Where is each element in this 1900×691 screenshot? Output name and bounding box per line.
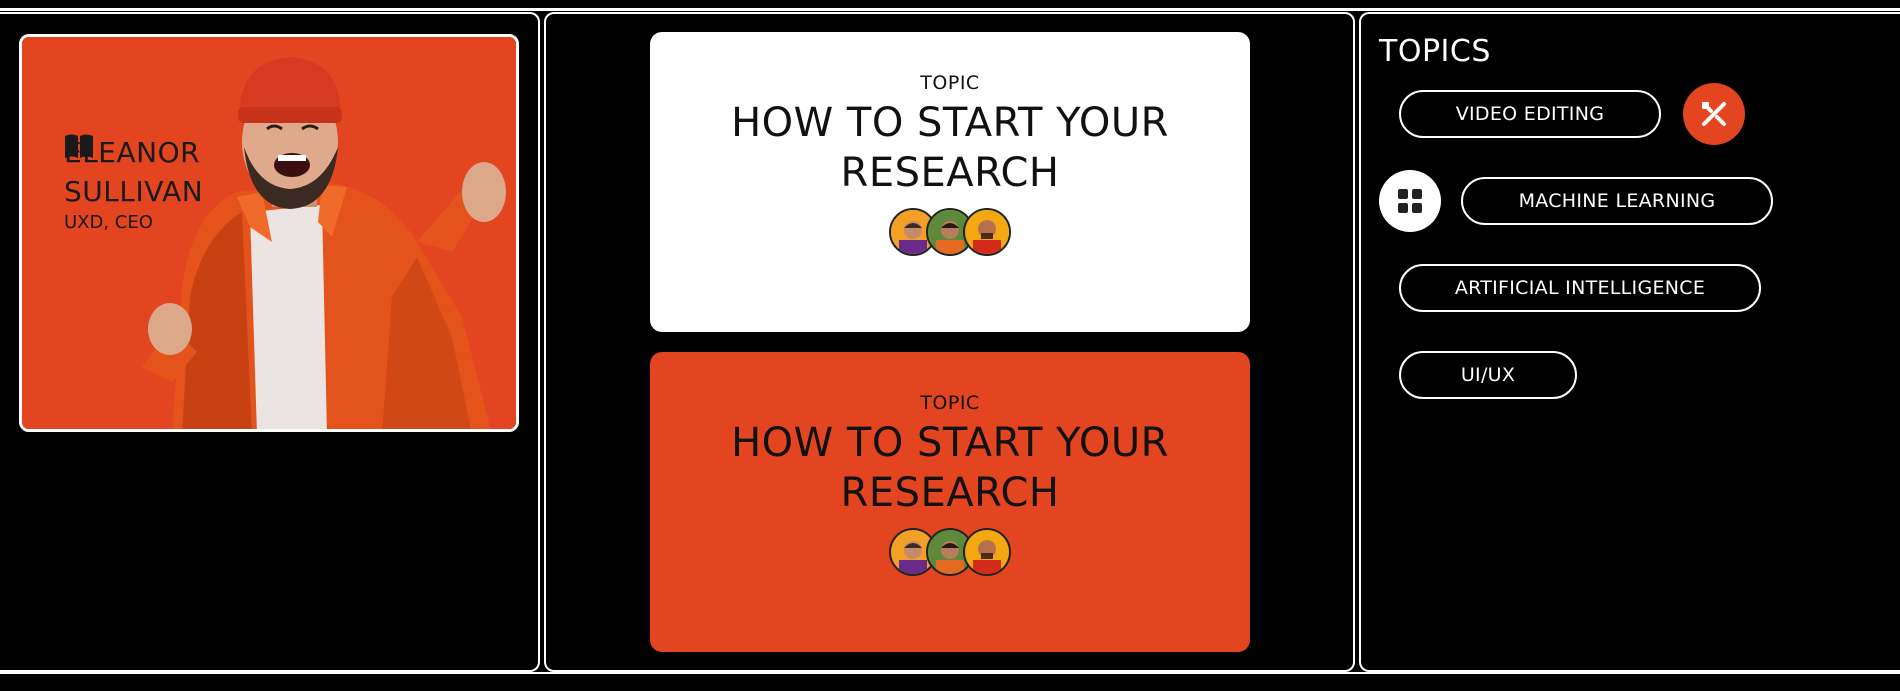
avatar-group xyxy=(889,208,1011,256)
topic-pill-ui-ux[interactable]: UI/UX xyxy=(1399,351,1577,399)
top-divider xyxy=(0,8,1900,11)
topic-title: HOW TO START YOUR RESEARCH xyxy=(731,420,1169,516)
topic-pill-machine-learning[interactable]: MACHINE LEARNING xyxy=(1461,177,1773,225)
avatar xyxy=(963,208,1011,256)
topic-label: TOPIC xyxy=(920,392,980,414)
profile-last-name: SULLIVAN xyxy=(64,175,204,208)
grid-button[interactable] xyxy=(1379,170,1441,232)
design-tools-button[interactable] xyxy=(1683,83,1745,145)
topic-title: HOW TO START YOUR RESEARCH xyxy=(731,100,1169,196)
topics-heading: TOPICS xyxy=(1379,34,1491,69)
topic-card[interactable]: TOPIC HOW TO START YOUR RESEARCH xyxy=(650,352,1250,652)
topic-cards-panel: TOPIC HOW TO START YOUR RESEARCH TOPIC H… xyxy=(544,12,1355,672)
topic-pill-artificial-intelligence[interactable]: ARTIFICIAL INTELLIGENCE xyxy=(1399,264,1761,312)
topic-pill-video-editing[interactable]: VIDEO EDITING xyxy=(1399,90,1661,138)
avatar-group xyxy=(889,528,1011,576)
design-tools-icon xyxy=(1702,102,1726,126)
avatar xyxy=(963,528,1011,576)
topic-label: TOPIC xyxy=(920,72,980,94)
bottom-divider xyxy=(0,672,1900,674)
grid-icon xyxy=(1398,189,1422,213)
profile-panel: ELEANOR SULLIVAN UXD, CEO xyxy=(0,12,540,672)
profile-info: ELEANOR SULLIVAN UXD, CEO xyxy=(64,133,203,235)
topics-panel: TOPICS VIDEO EDITING MACHINE LEARNING AR… xyxy=(1359,12,1900,672)
book-icon xyxy=(65,134,93,158)
topic-card[interactable]: TOPIC HOW TO START YOUR RESEARCH xyxy=(650,32,1250,332)
profile-role: UXD, CEO xyxy=(64,212,153,233)
profile-card[interactable]: ELEANOR SULLIVAN UXD, CEO xyxy=(19,34,519,432)
